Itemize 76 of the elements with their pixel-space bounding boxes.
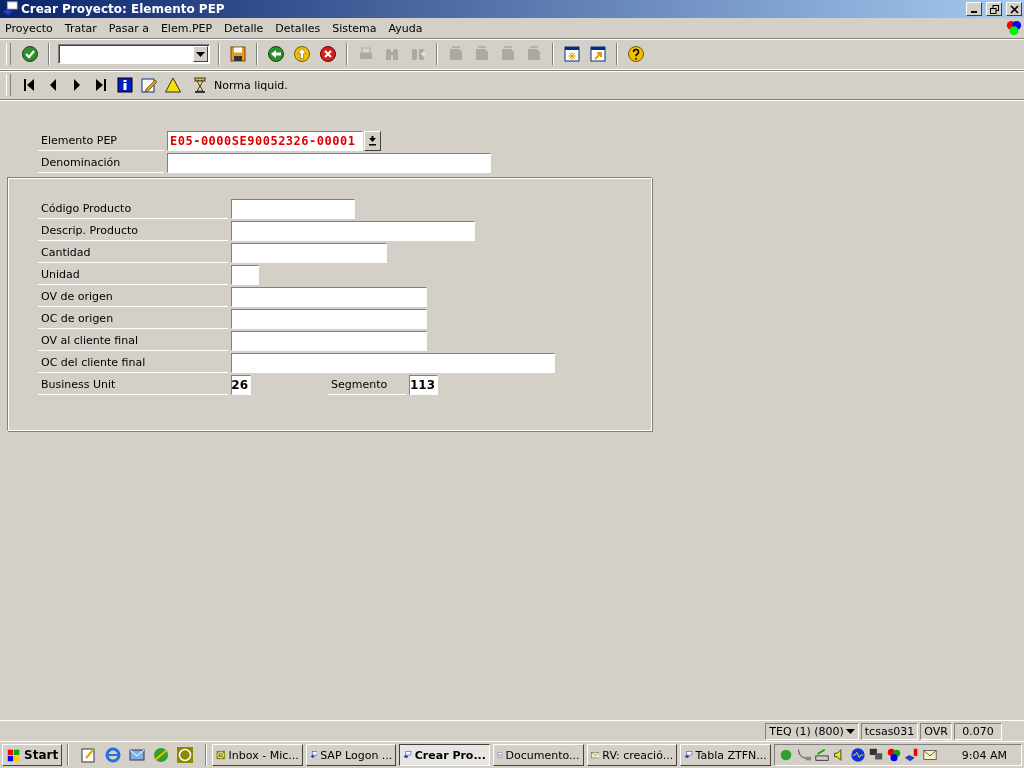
cubes-icon[interactable] [903,747,920,763]
field-label: Business Unit [38,375,228,395]
input-field[interactable]: 113 [409,375,438,395]
menu-item[interactable]: Sistema [331,21,383,35]
menu-item[interactable]: Ayuda [387,21,429,35]
windows-flag-icon [6,747,22,763]
caret-icon [196,51,205,57]
new-window-icon[interactable] [563,45,581,63]
taskbar-button[interactable]: Inbox - Mic... [212,744,303,766]
help-icon[interactable] [627,45,645,63]
taskbar-button[interactable]: SAP Logon ... [305,744,397,766]
response-time-field: 0.070 [954,722,1002,740]
command-field[interactable] [58,44,210,64]
clock-icon[interactable] [176,746,195,764]
restore-button[interactable] [986,2,1002,16]
taskbar-button[interactable]: Documento... [492,744,584,766]
window-title: Crear Proyecto: Elemento PEP [21,2,226,16]
field-label: Unidad [38,265,228,285]
input-field[interactable] [231,287,427,307]
input-field[interactable] [231,243,387,263]
clock: 9:04 AM [961,748,1007,762]
field-label: OV de origen [38,287,228,307]
start-button[interactable]: Start [2,744,63,766]
close-icon [1009,4,1019,14]
taskbar-button[interactable]: Tabla ZTFN... [680,744,771,766]
mail-icon[interactable] [128,746,147,764]
field-label: OC del cliente final [38,353,228,373]
field-label: Denominación [38,153,164,173]
dropdown-button[interactable] [193,46,208,62]
menu-item[interactable]: Proyecto [4,21,59,35]
browser-icon[interactable] [104,746,123,764]
pencil-paper-icon[interactable] [140,76,158,94]
field-label: OV al cliente final [38,331,228,351]
settlement-rule-button[interactable]: Norma liquid. [188,74,291,96]
input-field[interactable] [231,331,427,351]
server-field: tcsas031 [860,722,919,740]
menu-item[interactable]: Pasar a [107,21,155,35]
system-field[interactable]: TEQ (1) (800) [765,722,859,740]
info-icon[interactable] [116,76,134,94]
mode-field: OVR [920,722,952,740]
field-label: Código Producto [38,199,228,219]
warning-icon[interactable] [164,76,182,94]
download-arrow-icon [368,136,377,146]
taskbar-button[interactable]: RV: creació... [586,744,678,766]
input-field[interactable] [231,265,259,285]
computer-cubes-icon [2,1,18,17]
caret-icon [845,728,855,734]
input-field[interactable] [231,309,427,329]
input-field[interactable] [231,353,555,373]
shortcut-icon[interactable] [589,45,607,63]
input-field[interactable]: 26 [231,375,251,395]
menu-item[interactable]: Detalle [223,21,270,35]
field-label: Elemento PEP [38,131,164,151]
input-field[interactable] [167,153,491,173]
hourglass-icon [191,76,209,94]
close-button[interactable] [1006,2,1022,16]
menu-item[interactable]: Elem.PEP [159,21,219,35]
field-label: Segmento [328,375,406,395]
restore-icon [989,4,999,14]
menu-item[interactable]: Detalles [274,21,327,35]
field-label: Descrip. Producto [38,221,228,241]
wave-icon[interactable] [849,747,866,763]
color-flag-icon[interactable] [885,747,902,763]
field-label: Cantidad [38,243,228,263]
checkmark-icon[interactable] [21,45,39,63]
field-label: OC de origen [38,309,228,329]
menu-item[interactable]: Tratar [63,21,103,35]
dropdown-button[interactable] [364,131,381,151]
input-field[interactable]: E05-0000SE90052326-00001 [167,131,363,151]
envelope-icon[interactable] [921,747,938,763]
color-circles-icon [1006,20,1022,36]
cancel-icon[interactable] [319,45,337,63]
input-field[interactable] [231,199,355,219]
taskbar-button[interactable]: Crear Pro... [399,744,490,766]
input-field[interactable] [231,221,475,241]
minimize-button[interactable] [966,2,982,16]
